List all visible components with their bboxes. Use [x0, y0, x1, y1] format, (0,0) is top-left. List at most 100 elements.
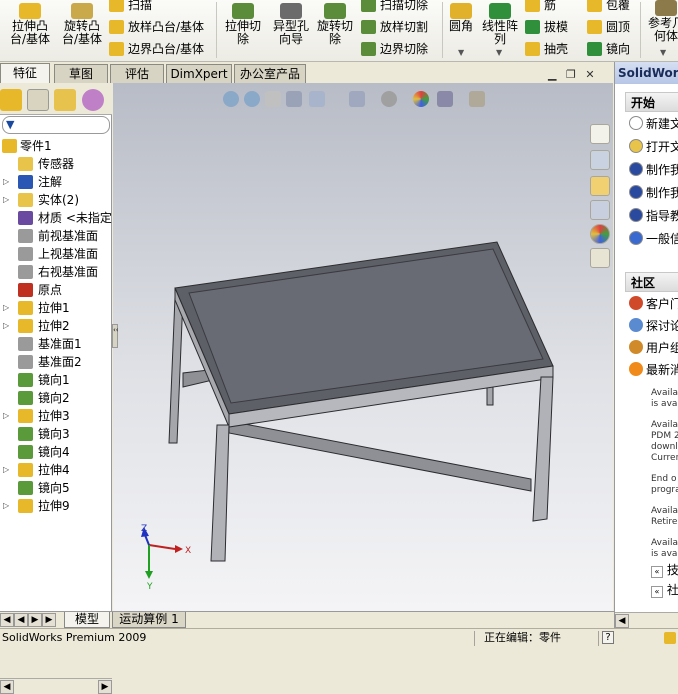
design-library-icon[interactable] — [590, 150, 610, 170]
configuration-manager-icon[interactable] — [54, 89, 76, 111]
expand-arrow-icon[interactable]: ▷ — [3, 497, 9, 515]
scroll-left-icon[interactable]: ◀ — [615, 614, 629, 628]
rebuild-icon[interactable] — [664, 632, 676, 644]
fillet-button[interactable]: 圆角 — [446, 1, 476, 33]
start-item[interactable]: 制作我的第一个装配体 — [629, 183, 678, 203]
tree-item[interactable]: 前视基准面 — [0, 227, 112, 245]
tree-filter-input[interactable]: ▼ — [2, 116, 110, 134]
reference-dropdown-icon[interactable]: ▼ — [660, 48, 666, 57]
start-item[interactable]: 指导教程 — [629, 206, 678, 226]
minimize-icon[interactable]: ▁ — [548, 68, 556, 81]
shell-button[interactable]: 抽壳 — [524, 40, 568, 58]
tree-item[interactable]: 镜向2 — [0, 389, 112, 407]
news-item[interactable]: End o progra — [651, 474, 678, 496]
panel-collapse-icon[interactable]: ‹‹ — [112, 324, 119, 348]
tab-scroll-last-icon[interactable]: ▶ — [42, 613, 56, 627]
expand-arrow-icon[interactable]: ▷ — [3, 173, 9, 191]
draft-button[interactable]: 拔模 — [524, 18, 568, 36]
tab-scroll-first-icon[interactable]: ◀ — [0, 613, 14, 627]
mirror-button[interactable]: 镜向 — [586, 40, 630, 58]
tree-item[interactable]: 上视基准面 — [0, 245, 112, 263]
news-item[interactable]: Availa is ava — [651, 538, 678, 560]
news-item[interactable]: Availa is ava — [651, 388, 678, 410]
news-item[interactable]: AvailaPDM 2downloCurren — [651, 420, 678, 464]
rib-button[interactable]: 筋 — [524, 0, 556, 14]
appearances-icon[interactable] — [590, 224, 610, 244]
file-explorer-icon[interactable] — [590, 176, 610, 196]
dimxpert-manager-icon[interactable] — [82, 89, 104, 111]
graphics-area[interactable]: X Y Z — [113, 83, 613, 611]
expand-arrow-icon[interactable]: ▷ — [3, 299, 9, 317]
lofted-cut-button[interactable]: 放样切割 — [360, 18, 428, 36]
swept-cut-button[interactable]: 扫描切除 — [360, 0, 428, 14]
pattern-dropdown-icon[interactable]: ▼ — [496, 48, 502, 57]
start-item[interactable]: 一般信息 — [629, 229, 678, 249]
tree-item[interactable]: 右视基准面 — [0, 263, 112, 281]
tree-item[interactable]: 基准面1 — [0, 335, 112, 353]
tree-item[interactable]: 镜向3 — [0, 425, 112, 443]
boundary-cut-button[interactable]: 边界切除 — [360, 40, 428, 58]
tree-item[interactable]: ▷ 拉伸4 — [0, 461, 112, 479]
tab-model[interactable]: 模型 — [64, 612, 110, 628]
tab-evaluate[interactable]: 评估 — [110, 64, 164, 83]
linear-pattern-button[interactable]: 线性阵 列 — [478, 1, 522, 46]
tree-item[interactable]: 镜向1 — [0, 371, 112, 389]
tab-features[interactable]: 特征 — [0, 63, 50, 84]
start-item[interactable]: 新建文档 — [629, 114, 678, 134]
community-item[interactable]: 用户组 — [629, 338, 678, 358]
tree-item[interactable]: 镜向5 — [0, 479, 112, 497]
link-item[interactable]: « 技 — [651, 560, 678, 580]
custom-properties-icon[interactable] — [590, 248, 610, 268]
tab-motion-study[interactable]: 运动算例 1 — [112, 612, 186, 628]
view-palette-icon[interactable] — [590, 200, 610, 220]
tree-item[interactable]: ▷ 注解 — [0, 173, 112, 191]
tab-dimxpert[interactable]: DimXpert — [166, 64, 232, 83]
fillet-dropdown-icon[interactable]: ▼ — [458, 48, 464, 57]
community-item[interactable]: 客户门户 — [629, 294, 678, 314]
tree-item[interactable]: 材质 <未指定> — [0, 209, 112, 227]
sweep-button[interactable]: 扫描 — [108, 0, 152, 14]
tab-office-products[interactable]: 办公室产品 — [234, 64, 306, 83]
restore-icon[interactable]: ❐ — [566, 68, 576, 81]
close-icon[interactable]: ✕ — [585, 68, 594, 81]
tree-item[interactable]: ▷ 拉伸9 — [0, 497, 112, 515]
tree-item[interactable]: ▷ 拉伸3 — [0, 407, 112, 425]
scroll-right-icon[interactable]: ▶ — [98, 680, 112, 694]
tree-horizontal-scrollbar[interactable]: ◀ ▶ — [0, 678, 112, 694]
expand-arrow-icon[interactable]: ▷ — [3, 317, 9, 335]
tab-scroll-next-icon[interactable]: ▶ — [28, 613, 42, 627]
revolved-cut-button[interactable]: 旋转切 除 — [312, 1, 358, 46]
tab-sketch[interactable]: 草图 — [54, 64, 108, 83]
loft-boss-button[interactable]: 放样凸台/基体 — [108, 18, 204, 36]
tree-item[interactable]: 传感器 — [0, 155, 112, 173]
news-item[interactable]: Availa Retire — [651, 506, 678, 528]
help-button[interactable]: ? — [602, 631, 614, 644]
tab-scroll-prev-icon[interactable]: ◀ — [14, 613, 28, 627]
link-item[interactable]: « 社 — [651, 580, 678, 600]
tree-item[interactable]: ▷ 拉伸1 — [0, 299, 112, 317]
expand-arrow-icon[interactable]: ▷ — [3, 407, 9, 425]
wrap-button[interactable]: 包覆 — [586, 0, 630, 14]
hole-wizard-button[interactable]: 异型孔 向导 — [268, 1, 314, 46]
expand-arrow-icon[interactable]: ▷ — [3, 461, 9, 479]
tree-item[interactable]: 基准面2 — [0, 353, 112, 371]
tree-item[interactable]: ▷ 实体(2) — [0, 191, 112, 209]
extruded-boss-button[interactable]: 拉伸凸 台/基体 — [6, 1, 54, 46]
revolved-boss-button[interactable]: 旋转凸 台/基体 — [58, 1, 106, 46]
tree-item[interactable]: 镜向4 — [0, 443, 112, 461]
community-item[interactable]: 最新消息 — [629, 360, 678, 380]
home-icon[interactable] — [590, 124, 610, 144]
feature-manager-tree-icon[interactable] — [0, 89, 22, 111]
extruded-cut-button[interactable]: 拉伸切 除 — [220, 1, 266, 46]
start-item[interactable]: 制作我的第一个零件 — [629, 160, 678, 180]
community-item[interactable]: 探讨论坛 — [629, 316, 678, 336]
tree-root[interactable]: 零件1 — [0, 137, 112, 155]
scroll-left-icon[interactable]: ◀ — [0, 680, 14, 694]
reference-geometry-button[interactable]: 参考几 何体 — [644, 0, 678, 43]
property-manager-icon[interactable] — [27, 89, 49, 111]
boundary-boss-button[interactable]: 边界凸台/基体 — [108, 40, 204, 58]
tree-item[interactable]: 原点 — [0, 281, 112, 299]
start-item[interactable]: 打开文档 — [629, 137, 678, 157]
task-pane-scrollbar[interactable]: ◀ — [615, 612, 678, 628]
dome-button[interactable]: 圆顶 — [586, 18, 630, 36]
